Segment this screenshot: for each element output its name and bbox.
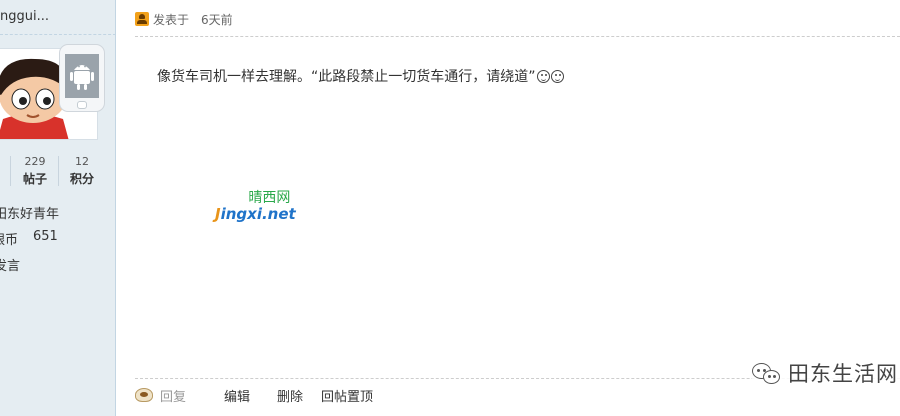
smile-emoji-icon <box>550 69 564 83</box>
post-body: 像货车司机一样去理解。“此路段禁止一切货车通行，请绕道” <box>157 66 564 86</box>
delete-button[interactable]: 删除 <box>277 386 303 405</box>
stat-points-label: 积分 <box>69 172 94 186</box>
site-watermark: 晴西网 Jingxi.net <box>215 190 296 222</box>
author-sidebar: nggui... 229 帖子 12 积分 田东好青年 币 651 言 <box>0 0 116 416</box>
post-text: 像货车司机一样去理解。“此路段禁止一切货车通行，请绕道” <box>157 69 536 85</box>
reply-icon[interactable] <box>135 388 153 402</box>
stat-posts-value: 229 <box>24 155 46 168</box>
wechat-watermark: 田东生活网 <box>752 358 900 388</box>
reply-button[interactable]: 回复 <box>160 386 186 405</box>
phone-screen <box>65 54 99 98</box>
android-robot-icon <box>70 65 94 90</box>
meta-divider <box>135 36 900 37</box>
post-actions: 回复 编辑 删除 回帖置顶 <box>135 385 373 405</box>
stat-posts[interactable]: 229 帖子 <box>13 154 57 188</box>
stat-points-value: 12 <box>75 155 89 168</box>
edit-button[interactable]: 编辑 <box>224 386 250 405</box>
author-stats: 229 帖子 12 积分 <box>0 154 115 190</box>
watermark-cn: 晴西网 <box>248 190 291 206</box>
stat-divider <box>58 156 59 186</box>
wechat-account-name: 田东生活网 <box>788 362 898 386</box>
author-username[interactable]: nggui... <box>0 9 49 24</box>
stat-posts-label: 帖子 <box>22 172 47 186</box>
wechat-icon <box>752 360 782 386</box>
phone-home-button <box>77 101 87 109</box>
online-user-icon <box>135 12 149 26</box>
silver-coin-label: 银币 <box>0 233 19 248</box>
post-meta: 发表于 6天前 <box>135 8 233 30</box>
posted-label: 发表于 <box>153 12 190 27</box>
watermark-en-rest: ingxi.net <box>220 205 296 223</box>
sidebar-divider <box>0 34 115 35</box>
post-content-area: 发表于 6天前 像货车司机一样去理解。“此路段禁止一切货车通行，请绕道” 晴西网… <box>117 0 900 416</box>
mobile-client-icon[interactable] <box>59 44 105 112</box>
smile-emoji-icon <box>536 69 550 83</box>
post-time: 6天前 <box>201 12 233 27</box>
author-title: 田东好青年 <box>0 207 60 222</box>
stat-divider <box>10 156 11 186</box>
stat-points[interactable]: 12 积分 <box>60 154 104 188</box>
back-to-top-button[interactable]: 回帖置顶 <box>321 386 373 405</box>
send-message-link[interactable]: 发言 <box>0 255 20 274</box>
watermark-en: Jingxi.net <box>215 206 296 222</box>
silver-coin-value: 651 <box>33 229 58 244</box>
